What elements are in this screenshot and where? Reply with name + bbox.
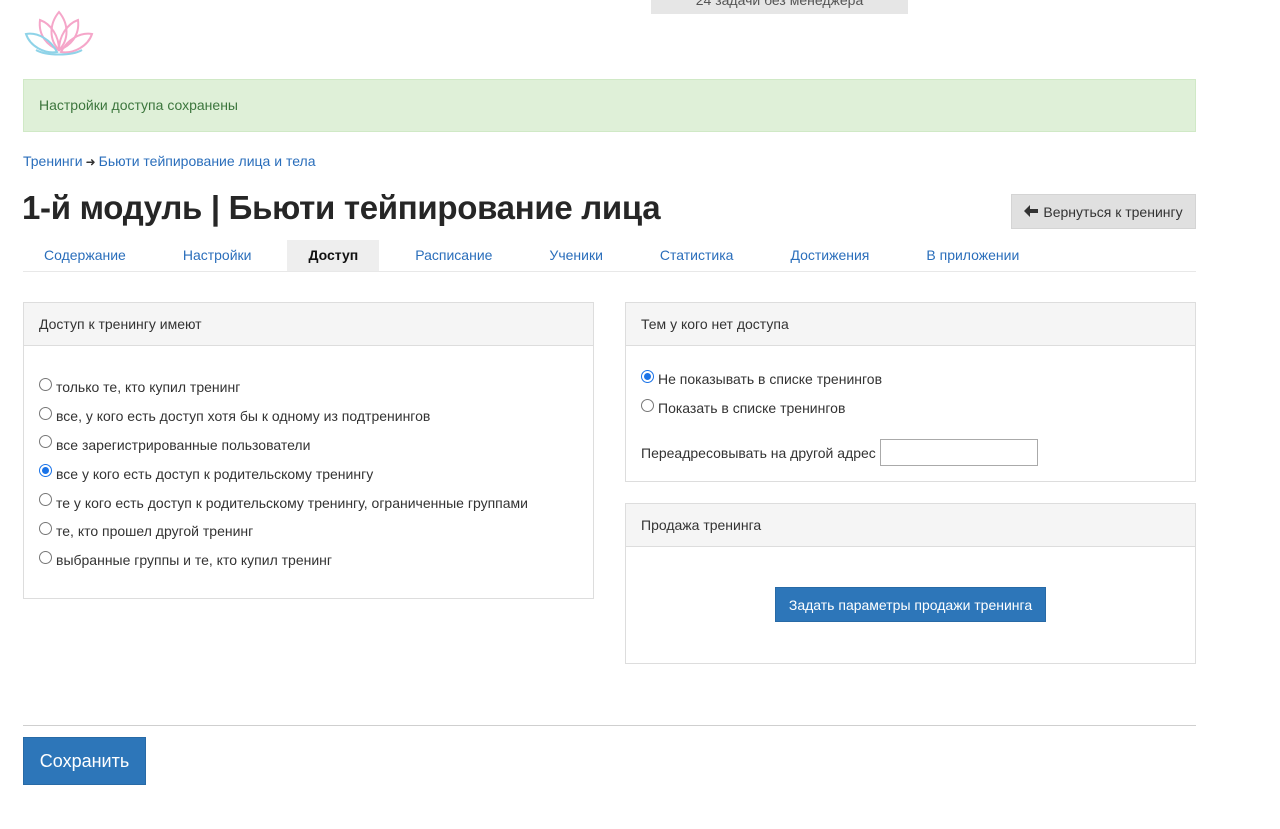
sale-settings-button[interactable]: Задать параметры продажи тренинга	[775, 587, 1046, 622]
radio-button[interactable]	[39, 406, 52, 420]
visibility-option-label: Показать в списке тренингов	[658, 400, 846, 417]
visibility-option[interactable]: Не показывать в списке тренингов	[641, 365, 1195, 394]
radio-button[interactable]	[39, 435, 52, 449]
sale-panel: Продажа тренинга Задать параметры продаж…	[625, 503, 1196, 664]
access-option[interactable]: только те, кто купил тренинг	[39, 373, 593, 402]
access-option[interactable]: те у кого есть доступ к родительскому тр…	[39, 488, 593, 517]
access-panel: Доступ к тренингу имеют только те, кто к…	[23, 302, 594, 599]
tabs-bar: Содержание Настройки Доступ Расписание У…	[23, 240, 1196, 272]
access-panel-heading: Доступ к тренингу имеют	[24, 303, 593, 346]
access-option[interactable]: все, у кого есть доступ хотя бы к одному…	[39, 402, 593, 431]
redirect-url-input[interactable]	[879, 439, 1038, 466]
tab-content[interactable]: Содержание	[23, 240, 147, 271]
access-option[interactable]: те, кто прошел другой тренинг	[39, 517, 593, 546]
lotus-logo-icon[interactable]	[24, 6, 94, 60]
access-option[interactable]: все у кого есть доступ к родительскому т…	[39, 459, 593, 488]
radio-button[interactable]	[641, 369, 654, 383]
radio-button[interactable]	[39, 464, 52, 478]
tab-students[interactable]: Ученики	[528, 240, 623, 271]
save-button[interactable]: Сохранить	[23, 737, 146, 785]
radio-button[interactable]	[39, 550, 52, 564]
page-title: 1-й модуль | Бьюти тейпирование лица	[22, 189, 661, 226]
access-option-label: те у кого есть доступ к родительскому тр…	[56, 494, 528, 511]
visibility-option[interactable]: Показать в списке тренингов	[641, 394, 1195, 423]
no-access-panel: Тем у кого нет доступа Не показывать в с…	[625, 302, 1196, 482]
divider	[23, 725, 1196, 726]
arrow-left-icon	[1024, 204, 1039, 220]
breadcrumb-course-link[interactable]: Бьюти тейпирование лица и тела	[99, 153, 316, 169]
tab-access[interactable]: Доступ	[287, 240, 380, 271]
access-option-label: выбранные группы и те, кто купил тренинг	[56, 552, 333, 569]
arrow-right-icon: ➜	[85, 155, 96, 169]
access-option-label: только те, кто купил тренинг	[56, 379, 241, 396]
tab-settings[interactable]: Настройки	[162, 240, 273, 271]
radio-button[interactable]	[39, 521, 52, 535]
radio-button[interactable]	[39, 377, 52, 391]
tab-statistics[interactable]: Статистика	[639, 240, 755, 271]
top-tasks-badge[interactable]: 24 задачи без менеджера	[651, 0, 908, 14]
no-access-panel-heading: Тем у кого нет доступа	[626, 303, 1195, 346]
tab-in-app[interactable]: В приложении	[905, 240, 1040, 271]
access-option-label: все зарегистрированные пользователи	[56, 436, 311, 453]
redirect-label: Переадресовывать на другой адрес	[641, 444, 876, 461]
visibility-options-list: Не показывать в списке тренингов Показат…	[626, 346, 1195, 423]
breadcrumb-trainings-link[interactable]: Тренинги	[23, 153, 83, 169]
access-option-label: все, у кого есть доступ хотя бы к одному…	[56, 408, 431, 425]
access-options-list: только те, кто купил тренинг все, у кого…	[24, 346, 593, 575]
radio-button[interactable]	[641, 398, 654, 412]
back-button-label: Вернуться к тренингу	[1043, 203, 1183, 220]
access-option-label: все у кого есть доступ к родительскому т…	[56, 465, 374, 482]
back-to-training-button[interactable]: Вернуться к тренингу	[1011, 194, 1196, 229]
visibility-option-label: Не показывать в списке тренингов	[658, 371, 883, 388]
breadcrumb: Тренинги ➜ Бьюти тейпирование лица и тела	[23, 153, 315, 169]
access-option[interactable]: выбранные группы и те, кто купил тренинг	[39, 546, 593, 575]
access-option[interactable]: все зарегистрированные пользователи	[39, 431, 593, 460]
tab-schedule[interactable]: Расписание	[394, 240, 513, 271]
radio-button[interactable]	[39, 493, 52, 507]
success-alert: Настройки доступа сохранены	[23, 79, 1196, 132]
redirect-row: Переадресовывать на другой адрес	[641, 439, 1038, 466]
access-option-label: те, кто прошел другой тренинг	[56, 523, 254, 540]
tab-achievements[interactable]: Достижения	[769, 240, 890, 271]
sale-panel-heading: Продажа тренинга	[626, 504, 1195, 547]
